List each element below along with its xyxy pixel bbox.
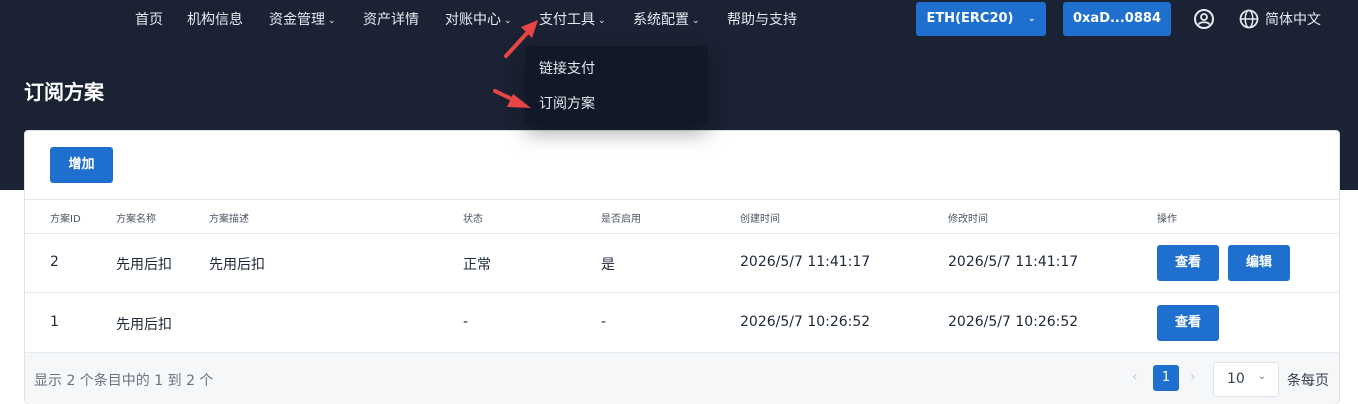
cell-modified: 2026/5/7 11:41:17 [948, 254, 1079, 270]
cell-name: 先用后扣 [116, 257, 172, 273]
per-page-label: 条每页 [1287, 373, 1329, 389]
table-header: 方案ID 方案名称 方案描述 状态 是否启用 创建时间 修改时间 操作 [25, 199, 1339, 234]
page-size-value: 10 [1227, 371, 1245, 387]
cell-enabled: 是 [601, 257, 615, 273]
prev-page-icon[interactable]: ‹ [1132, 369, 1138, 385]
add-button[interactable]: 增加 [50, 147, 113, 183]
language-select[interactable]: 简体中文 [1265, 10, 1321, 30]
pagination-summary: 显示 2 个条目中的 1 到 2 个 [34, 373, 214, 389]
nav-reconcile[interactable]: 对账中心 ⌄ [445, 10, 512, 30]
column-header-enabled: 是否启用 [601, 214, 641, 225]
plans-card: 增加 方案ID 方案名称 方案描述 状态 是否启用 创建时间 修改时间 操作 2… [24, 130, 1340, 404]
column-header-name: 方案名称 [116, 214, 156, 225]
cell-modified: 2026/5/7 10:26:52 [948, 314, 1079, 330]
nav-funds-label: 资金管理 [269, 12, 325, 28]
chevron-down-icon: ⌄ [1257, 371, 1266, 382]
nav-org-info[interactable]: 机构信息 [187, 10, 243, 30]
column-header-status: 状态 [463, 214, 483, 225]
chevron-down-icon: ⌄ [1028, 14, 1036, 24]
chevron-down-icon: ⌄ [328, 16, 336, 26]
page-size-select[interactable]: 10 ⌄ [1213, 362, 1279, 397]
column-header-created: 创建时间 [740, 214, 780, 225]
menu-item-subscription-plans[interactable]: 订阅方案 [539, 93, 595, 113]
globe-icon[interactable] [1239, 9, 1259, 29]
table-row: 2 先用后扣 先用后扣 正常 是 2026/5/7 11:41:17 2026/… [25, 233, 1339, 293]
cell-status: 正常 [463, 257, 491, 273]
nav-assets[interactable]: 资产详情 [363, 10, 419, 30]
nav-reconcile-label: 对账中心 [445, 12, 501, 28]
nav-system-config-label: 系统配置 [633, 12, 689, 28]
cell-created: 2026/5/7 11:41:17 [740, 254, 871, 270]
wallet-address: 0xaD...0884 [1073, 11, 1161, 26]
chevron-down-icon: ⌄ [692, 16, 700, 26]
nav-payment-tools[interactable]: 支付工具 ⌄ [539, 10, 606, 30]
column-header-desc: 方案描述 [209, 214, 249, 225]
cell-name: 先用后扣 [116, 317, 172, 333]
cell-status: - [463, 314, 469, 330]
view-button[interactable]: 查看 [1157, 245, 1219, 281]
table-row: 1 先用后扣 - - 2026/5/7 10:26:52 2026/5/7 10… [25, 293, 1339, 353]
user-circle-icon[interactable] [1194, 9, 1214, 29]
edit-button[interactable]: 编辑 [1228, 245, 1290, 281]
table-footer: 显示 2 个条目中的 1 到 2 个 ‹ 1 › 10 ⌄ 条每页 [25, 352, 1339, 404]
view-button[interactable]: 查看 [1157, 305, 1219, 341]
column-header-actions: 操作 [1157, 214, 1177, 225]
wallet-button[interactable]: 0xaD...0884 [1063, 2, 1171, 36]
menu-item-link-payment[interactable]: 链接支付 [539, 58, 595, 78]
chevron-down-icon: ⌄ [598, 16, 606, 26]
cell-desc: 先用后扣 [209, 257, 265, 273]
nav-payment-tools-label: 支付工具 [539, 12, 595, 28]
nav-system-config[interactable]: 系统配置 ⌄ [633, 10, 700, 30]
network-select[interactable]: ETH(ERC20) ⌄ [916, 2, 1046, 36]
payment-tools-dropdown: 链接支付 订阅方案 [525, 46, 708, 124]
chevron-down-icon: ⌄ [504, 16, 512, 26]
column-header-modified: 修改时间 [948, 214, 988, 225]
network-label: ETH(ERC20) [926, 11, 1014, 26]
nav-home[interactable]: 首页 [135, 10, 163, 30]
column-header-id: 方案ID [50, 214, 81, 225]
cell-id: 2 [50, 254, 59, 270]
next-page-icon[interactable]: › [1190, 369, 1196, 385]
page-title: 订阅方案 [24, 80, 104, 104]
cell-enabled: - [601, 314, 607, 330]
cell-created: 2026/5/7 10:26:52 [740, 314, 871, 330]
cell-id: 1 [50, 314, 59, 330]
nav-funds[interactable]: 资金管理 ⌄ [269, 10, 336, 30]
nav-help[interactable]: 帮助与支持 [727, 10, 797, 30]
page-1-button[interactable]: 1 [1153, 365, 1179, 391]
